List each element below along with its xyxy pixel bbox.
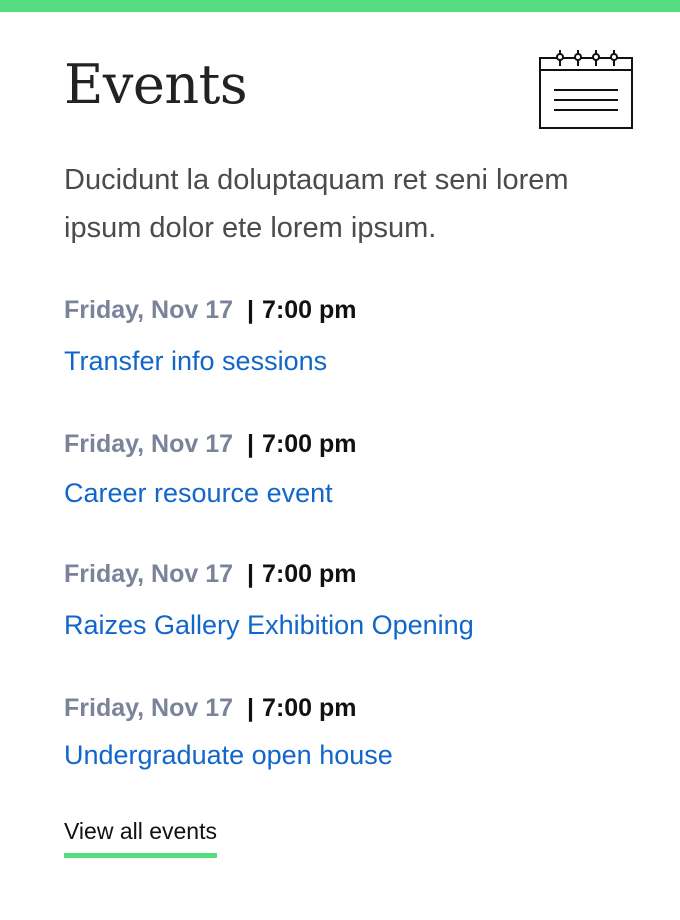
event-item: Friday, Nov 17 | 7:00 pm Transfer info ses… xyxy=(64,298,644,375)
event-item: Friday, Nov 17 | 7:00 pm Career resource e… xyxy=(64,432,644,507)
event-time: 7:00 pm xyxy=(262,296,357,324)
event-meta: Friday, Nov 17 | 7:00 pm xyxy=(64,298,644,323)
event-date: Friday, Nov 17 xyxy=(64,430,234,458)
top-accent-bar xyxy=(0,0,680,12)
view-all-events-link[interactable]: View all events xyxy=(64,820,217,858)
event-separator: | xyxy=(247,296,255,324)
event-separator: | xyxy=(247,694,255,722)
event-separator: | xyxy=(247,430,255,458)
intro-text: Ducidunt la doluptaquam ret seni lorem i… xyxy=(64,164,569,244)
event-title-link[interactable]: Transfer info sessions xyxy=(64,348,327,375)
event-meta: Friday, Nov 17 | 7:00 pm xyxy=(64,432,644,457)
event-meta: Friday, Nov 17 | 7:00 pm xyxy=(64,696,644,721)
page-title: Events xyxy=(64,53,248,116)
event-date: Friday, Nov 17 xyxy=(64,694,234,722)
event-title-link[interactable]: Raizes Gallery Exhibition Opening xyxy=(64,612,474,639)
event-time: 7:00 pm xyxy=(262,430,357,458)
event-item: Friday, Nov 17 | 7:00 pm Undergraduate ope… xyxy=(64,696,644,769)
event-date: Friday, Nov 17 xyxy=(64,296,234,324)
event-meta: Friday, Nov 17 | 7:00 pm xyxy=(64,562,644,587)
event-time: 7:00 pm xyxy=(262,560,357,588)
event-time: 7:00 pm xyxy=(262,694,357,722)
event-title-link[interactable]: Career resource event xyxy=(64,480,333,507)
event-title-link[interactable]: Undergraduate open house xyxy=(64,742,393,769)
calendar-icon xyxy=(539,50,633,129)
event-separator: | xyxy=(247,560,255,588)
event-item: Friday, Nov 17 | 7:00 pm Raizes Gallery Ex… xyxy=(64,562,644,639)
event-date: Friday, Nov 17 xyxy=(64,560,234,588)
